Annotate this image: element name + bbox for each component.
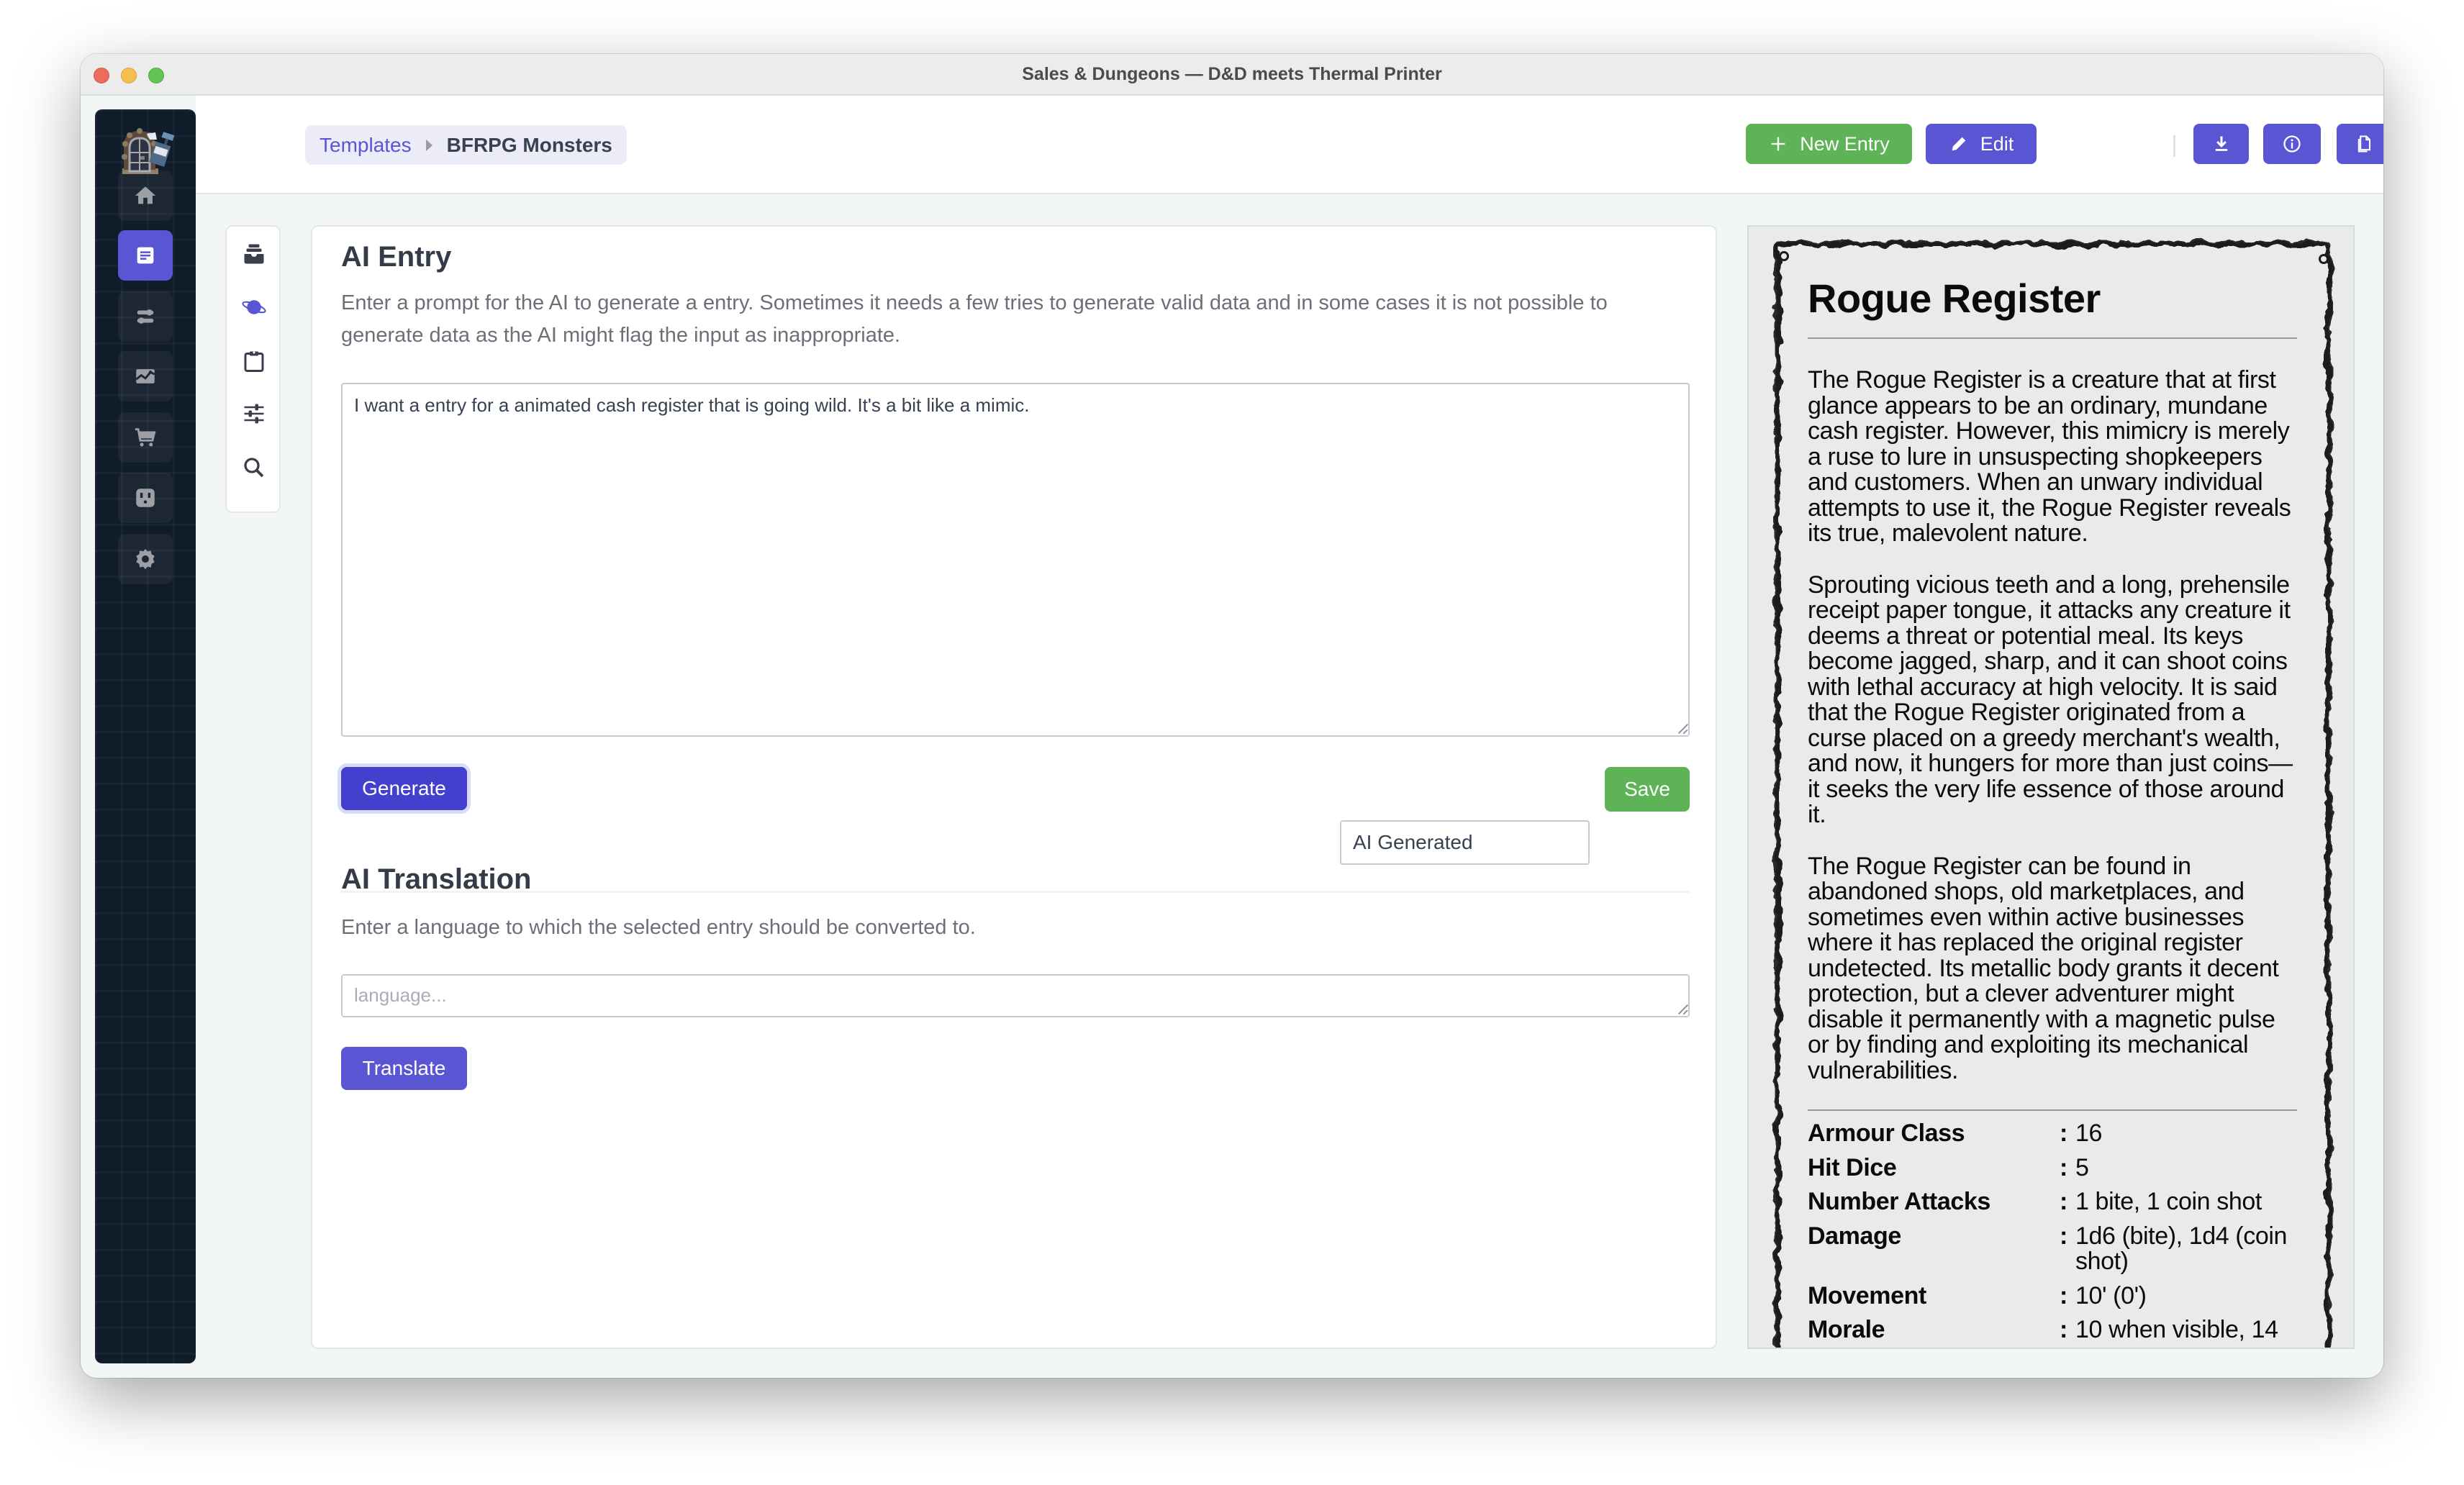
new-entry-label: New Entry <box>1800 132 1890 155</box>
stat-value: 1 bite, 1 coin shot <box>2075 1188 2262 1215</box>
app-window: Sales & Dungeons — D&D meets Thermal Pri… <box>81 54 2383 1378</box>
sliders-icon <box>244 404 264 424</box>
tool-search[interactable] <box>240 453 268 482</box>
stat-label: Hit Dice <box>1808 1153 1897 1181</box>
ai-entry-description: Enter a prompt for the AI to generate a … <box>341 291 1608 347</box>
sidebar-item-devices[interactable] <box>118 473 173 523</box>
stat-colon: : <box>2060 1188 2067 1215</box>
document-icon <box>137 247 154 264</box>
stat-colon: : <box>2060 1316 2067 1343</box>
stat-label: Number Attacks <box>1808 1188 1990 1215</box>
new-entry-button[interactable]: New Entry <box>1746 124 1912 164</box>
app-logo[interactable] <box>115 122 176 176</box>
search-icon <box>244 458 264 478</box>
stat-colon: : <box>2060 1222 2067 1250</box>
sidebar-item-templates[interactable] <box>118 230 173 281</box>
power-outlet-icon <box>136 489 155 507</box>
stat-value: 16 <box>2075 1120 2103 1147</box>
planet-icon <box>242 300 266 314</box>
stat-label: Movement <box>1808 1281 1926 1309</box>
ai-translation-title: AI Translation <box>341 863 532 895</box>
sidebar-item-shop[interactable] <box>118 412 173 463</box>
info-button[interactable] <box>2263 124 2321 164</box>
translate-button[interactable]: Translate <box>341 1047 467 1090</box>
inbox-icon <box>244 244 264 264</box>
tool-strip <box>225 225 281 513</box>
stat-label: Morale <box>1808 1316 1885 1343</box>
stat-row: Movement : 10' (0') <box>1808 1281 2297 1309</box>
copy-button[interactable] <box>2337 124 2383 164</box>
stat-row: Morale : 10 when visible, 14 <box>1808 1317 2297 1343</box>
home-icon <box>135 186 156 204</box>
sidebar <box>95 109 196 1363</box>
sidebar-item-generators[interactable] <box>118 291 173 342</box>
stat-row: Number Attacks : 1 bite, 1 coin shot <box>1808 1189 2297 1215</box>
cart-icon <box>135 428 156 447</box>
description-paragraph: Sprouting vicious teeth and a long, preh… <box>1808 571 2293 828</box>
download-icon <box>2215 136 2227 151</box>
generate-button[interactable]: Generate <box>341 767 467 810</box>
preview-content: Rogue Register The Rogue Register is a c… <box>1808 270 2297 1348</box>
sidebar-item-settings[interactable] <box>118 534 173 584</box>
gear-icon <box>136 548 155 570</box>
edit-label: Edit <box>1980 132 2014 155</box>
stat-colon: : <box>2060 1281 2067 1309</box>
image-chart-icon <box>135 369 155 383</box>
plus-icon <box>1771 137 1785 151</box>
toolbar-divider <box>2173 135 2175 157</box>
minimize-window-button[interactable] <box>121 68 137 83</box>
close-window-button[interactable] <box>94 68 109 83</box>
source-name-input[interactable] <box>1340 820 1590 865</box>
breadcrumb-current: BFRPG Monsters <box>446 133 612 156</box>
stat-value: 1d6 (bite), 1d4 (coin shot) <box>2075 1222 2287 1275</box>
stat-value: 5 <box>2075 1153 2089 1181</box>
stats-rule <box>1808 1109 2297 1111</box>
section-divider <box>341 891 1690 893</box>
stat-row: Armour Class : 16 <box>1808 1120 2297 1147</box>
clipboard-icon <box>244 351 264 372</box>
breadcrumb: Templates BFRPG Monsters <box>305 125 627 165</box>
stat-value: 10 when visible, 14 <box>2075 1316 2278 1343</box>
stat-value: 10' (0') <box>2075 1281 2147 1309</box>
print-preview: Rogue Register The Rogue Register is a c… <box>1747 225 2355 1349</box>
toggles-icon <box>137 309 154 324</box>
copy-icon <box>2357 135 2370 153</box>
save-button[interactable]: Save <box>1605 767 1690 812</box>
window-title: Sales & Dungeons — D&D meets Thermal Pri… <box>1022 63 1442 84</box>
stat-colon: : <box>2060 1120 2067 1147</box>
title-rule <box>1808 337 2297 339</box>
paper-hole-left <box>1779 251 1789 261</box>
sidebar-item-home[interactable] <box>118 171 173 221</box>
stat-label: Armour Class <box>1808 1120 1965 1147</box>
breadcrumb-chevron-icon <box>425 139 432 151</box>
breadcrumb-templates-link[interactable]: Templates <box>320 134 412 157</box>
edit-button[interactable]: Edit <box>1926 124 2037 164</box>
stat-label: Damage <box>1808 1222 1901 1250</box>
page-header: Templates BFRPG Monsters New Entry Edit <box>196 96 2383 194</box>
description-paragraph: The Rogue Register can be found in aband… <box>1808 852 2279 1084</box>
title-bar: Sales & Dungeons — D&D meets Thermal Pri… <box>81 54 2383 96</box>
monster-name: Rogue Register <box>1808 276 2101 321</box>
stat-row: Damage : 1d6 (bite), 1d4 (coin shot) <box>1808 1222 2297 1275</box>
language-input[interactable] <box>341 974 1690 1017</box>
ai-panel: AI Entry Enter a prompt for the AI to ge… <box>311 225 1717 1349</box>
download-button[interactable] <box>2193 124 2249 164</box>
tool-settings[interactable] <box>240 399 268 428</box>
ai-translation-description: Enter a language to which the selected e… <box>341 916 976 939</box>
prompt-input[interactable] <box>341 383 1690 737</box>
tool-clipboard[interactable] <box>240 347 268 376</box>
tool-inbox[interactable] <box>240 240 268 268</box>
window-controls <box>94 68 164 83</box>
info-icon <box>2283 135 2301 153</box>
maximize-window-button[interactable] <box>148 68 164 83</box>
sidebar-item-images[interactable] <box>118 351 173 401</box>
stat-row: Hit Dice : 5 <box>1808 1155 2297 1181</box>
description-paragraph: The Rogue Register is a creature that at… <box>1808 366 2291 547</box>
paper-hole-right <box>2319 254 2329 264</box>
stat-colon: : <box>2060 1153 2067 1181</box>
tool-ai[interactable] <box>240 293 268 322</box>
pencil-icon <box>1952 137 1966 151</box>
ai-entry-title: AI Entry <box>341 241 452 273</box>
stat-block: Armour Class : 16 Hit Dice : 5 Number At… <box>1808 1120 2297 1343</box>
